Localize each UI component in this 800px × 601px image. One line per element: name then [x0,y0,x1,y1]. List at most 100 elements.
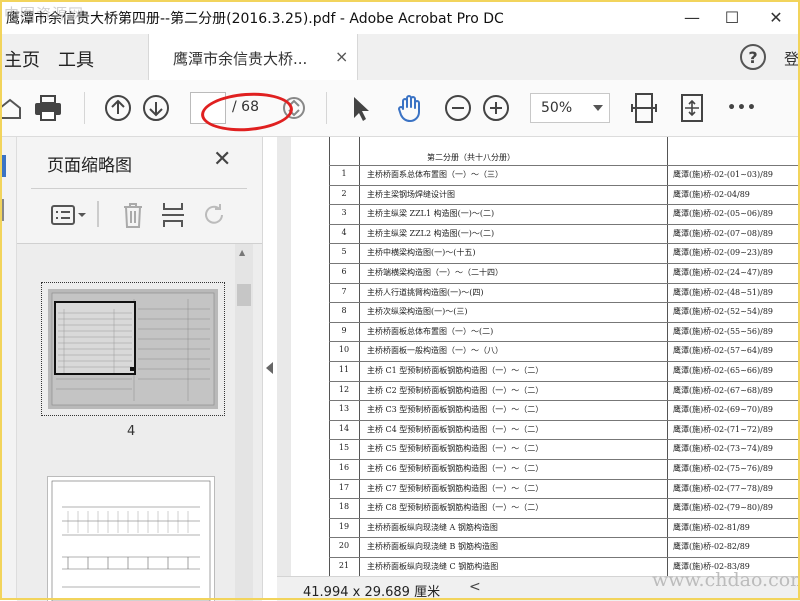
rotate-page-icon[interactable] [201,201,229,229]
more-tools-button[interactable]: ••• [726,92,758,124]
nav-tools[interactable]: 工具 [58,46,94,72]
zoom-out-icon[interactable] [442,92,474,124]
page-thumbnails-nav-icon[interactable] [0,155,6,177]
drawing-code: 鹰潭(施)桥-02-(79~80)/89 [673,503,774,513]
maximize-button[interactable]: ☐ [712,4,752,30]
row-number: 21 [338,561,350,570]
document-tab-close-button[interactable]: × [335,47,348,66]
drawing-code: 鹰潭(施)桥-02-(48~51)/89 [673,287,774,297]
thumbnail-image [48,289,218,409]
panel-close-button[interactable]: ✕ [213,147,231,172]
row-number: 5 [341,247,347,257]
table-row: 8 主桥次纵梁构造图(一)～(三) 鹰潭(施)桥-02-(52~54)/89 [329,302,800,323]
drawing-code: 鹰潭(施)桥-02-(09~23)/89 [673,248,774,258]
drawing-code: 鹰潭(施)桥-02-(01~03)/89 [673,170,774,179]
drawing-code: 鹰潭(施)桥-02-(05~06)/89 [673,209,774,219]
row-number: 19 [338,521,350,531]
drawing-name: 主桥人行道挑臂构造图(一)～(四) [367,287,484,297]
main-toolbar: / 68 50% ••• [0,80,800,137]
drawing-code: 鹰潭(施)桥-02-(52~54)/89 [673,307,774,317]
scrollbar-thumb[interactable] [237,284,251,306]
close-window-button[interactable]: ✕ [756,4,796,30]
thumbnail-list[interactable]: 4 ▲ [17,243,262,601]
table-header-row: 第二分册（共十八分册） [329,147,800,166]
page-thumbnails-panel: 页面缩略图 ✕ 4 ▲ [17,137,263,601]
drawing-code: 鹰潭(施)桥-02-81/89 [673,522,750,532]
thumbnail-page-4[interactable] [41,282,225,416]
scroll-left-button[interactable]: < [469,579,481,595]
table-row: 1 主桥桥面系总体布置图（一）～（三） 鹰潭(施)桥-02-(01~03)/89 [329,165,800,186]
sign-in-link[interactable]: 登 [784,48,799,69]
row-number: 1 [341,169,347,178]
row-number: 8 [341,306,347,316]
row-number: 10 [338,345,350,355]
drawing-name: 主桥端横梁构造图（一）～（二十四） [367,268,503,277]
drawing-name: 主桥 C3 型预制桥面板钢筋构造图（一）～（二） [367,405,544,415]
row-number: 17 [338,482,350,492]
zoom-in-icon[interactable] [480,92,512,124]
left-navigation-strip [0,137,17,600]
row-number: 4 [341,227,347,237]
drawing-name: 主桥桥面系总体布置图（一）～（三） [367,170,503,179]
bookmarks-nav-icon[interactable] [0,199,4,221]
watermark-bottom-right: www.chdao.com [652,569,800,591]
previous-page-icon[interactable] [102,92,134,124]
chevron-down-icon [593,105,603,111]
page-dimensions: 41.994 x 29.689 厘米 [303,585,441,600]
drawing-name: 主桥桥面板总体布置图（一）～(二) [367,326,494,336]
thumbnail-viewport-box[interactable] [54,301,136,375]
drawing-name: 主桥主纵梁 ZZL1 构造图(一)～(二) [367,209,495,219]
delete-page-icon[interactable] [119,201,147,229]
drawing-name: 主桥中横梁构造图(一)～(十五) [367,248,476,258]
print-icon[interactable] [32,92,64,124]
scroll-up-icon[interactable]: ▲ [239,248,245,257]
table-row: 19 主桥桥面板纵向现浇缝 A 钢筋构造图 鹰潭(施)桥-02-81/89 [329,518,800,539]
table-row: 17 主桥 C7 型预制桥面板钢筋构造图（一）～（二） 鹰潭(施)桥-02-(77~… [329,479,800,500]
minimize-button[interactable]: — [672,4,712,30]
thumbnail-page-5[interactable] [47,476,215,601]
row-number: 13 [338,404,350,414]
table-row: 15 主桥 C5 型预制桥面板钢筋构造图（一）～（二） 鹰潭(施)桥-02-(73~… [329,439,800,460]
thumbnail-page-number: 4 [127,424,136,439]
table-row: 18 主桥 C8 型预制桥面板钢筋构造图（一）～（二） 鹰潭(施)桥-02-(79~… [329,498,800,519]
full-screen-icon[interactable] [676,92,708,124]
drawing-code: 鹰潭(施)桥-02-(73~74)/89 [673,444,774,454]
row-number: 16 [338,463,350,472]
drawing-name: 主桥 C8 型预制桥面板钢筋构造图（一）～（二） [367,503,544,513]
drawing-code: 鹰潭(施)桥-02-04/89 [673,189,750,199]
hand-tool-icon[interactable] [394,92,426,124]
document-tab-label: 鹰潭市余信贵大桥... [173,50,308,68]
table-row: 9 主桥桥面板总体布置图（一）～(二) 鹰潭(施)桥-02-(55~56)/89 [329,322,800,343]
document-view[interactable]: 第二分册（共十八分册） 1 主桥桥面系总体布置图（一）～（三） 鹰潭(施)桥-02-… [277,137,800,600]
drawing-code: 鹰潭(施)桥-02-(55~56)/89 [673,326,774,336]
title-bar: 鹰潭市余信贵大桥第四册--第二分册(2016.3.25).pdf - Adobe… [0,0,800,34]
drawing-code: 鹰潭(施)桥-02-(24~47)/89 [673,268,774,277]
home-cut-icon[interactable] [0,92,26,124]
watermark-top-left: 中图资源网 [4,5,85,23]
nav-home[interactable]: 主页 [4,46,40,72]
next-page-icon[interactable] [140,92,172,124]
drawing-name: 主桥桥面板纵向现浇缝 A 钢筋构造图 [367,522,498,532]
drawing-code: 鹰潭(施)桥-02-(67~68)/89 [673,385,774,395]
drawing-code: 鹰潭(施)桥-02-82/89 [673,542,750,552]
volume-header: 第二分册（共十八分册） [427,153,515,162]
zoom-value: 50% [541,100,573,116]
row-number: 2 [341,188,347,198]
table-row: 14 主桥 C4 型预制桥面板钢筋构造图（一）～（二） 鹰潭(施)桥-02-(71~… [329,420,800,441]
row-number: 11 [338,365,350,374]
table-row: 4 主桥主纵梁 ZZL2 构造图(一)～(二) 鹰潭(施)桥-02-(07~08)/… [329,224,800,245]
thumbnail-scrollbar[interactable]: ▲ [235,244,253,601]
drawing-name: 主桥 C5 型预制桥面板钢筋构造图（一）～（二） [367,444,544,454]
panel-title: 页面缩略图 [47,156,132,176]
select-arrow-icon[interactable] [344,92,376,124]
collapse-panel-icon[interactable] [266,362,273,374]
zoom-select[interactable]: 50% [530,93,610,123]
drawing-name: 主桥桥面板纵向现浇缝 C 钢筋构造图 [367,562,499,571]
extract-page-icon[interactable] [159,201,187,229]
table-row: 10 主桥桥面板一般构造图（一）～（八） 鹰潭(施)桥-02-(57~64)/89 [329,341,800,362]
thumbnail-options-icon[interactable] [49,201,89,229]
document-tab[interactable]: 鹰潭市余信贵大桥... × [148,34,358,80]
help-icon[interactable]: ? [740,44,766,70]
row-number: 14 [338,423,350,433]
fit-page-icon[interactable] [628,92,660,124]
